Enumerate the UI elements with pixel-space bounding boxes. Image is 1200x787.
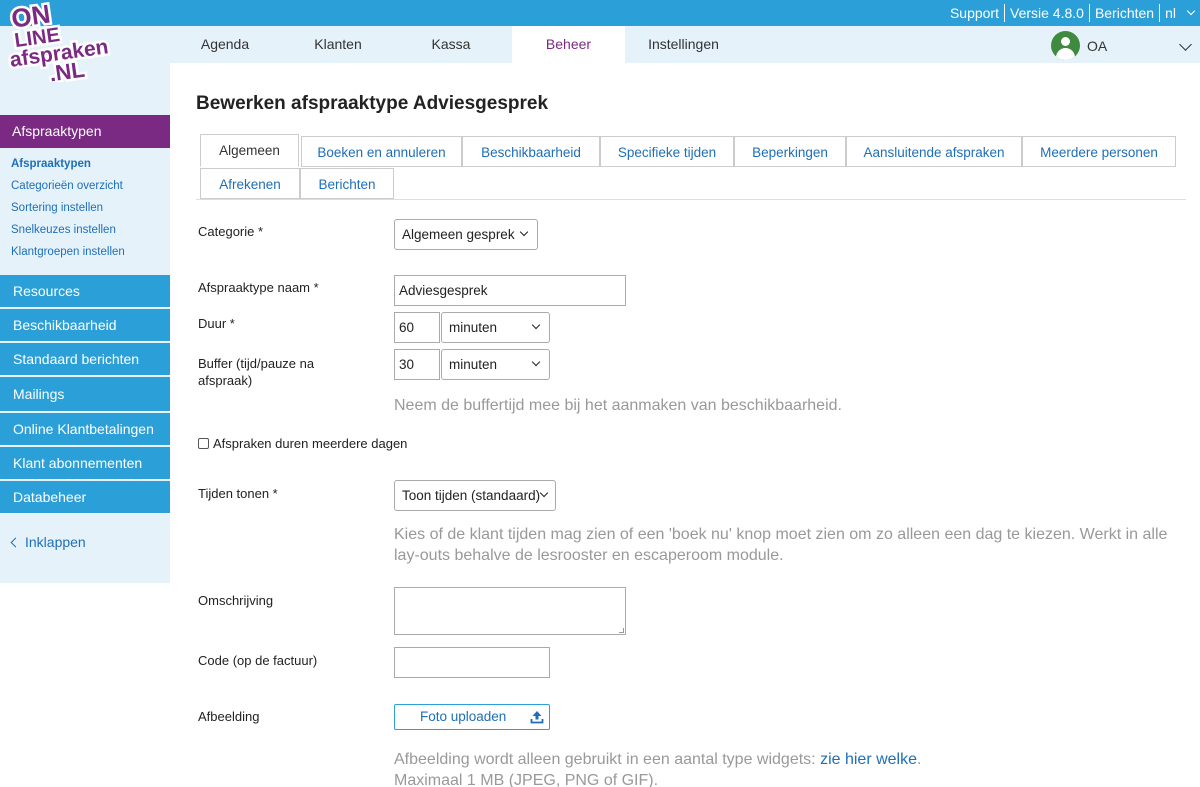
chevron-down-icon — [531, 320, 541, 330]
chevron-down-icon — [1186, 6, 1196, 16]
upload-photo-button[interactable]: Foto uploaden — [394, 704, 550, 730]
code-label: Code (op de factuur) — [198, 653, 318, 668]
nav-tab-kassa[interactable]: Kassa — [396, 26, 506, 63]
chevron-down-icon[interactable] — [1179, 38, 1192, 51]
sidebar: Afspraaktypen Afspraaktypen Categorieën … — [0, 63, 170, 583]
top-links: Support Versie 4.8.0 Berichten nl — [950, 0, 1196, 26]
language-select[interactable]: nl — [1165, 5, 1196, 21]
nav-tab-agenda[interactable]: Agenda — [170, 26, 280, 63]
tab-beperkingen[interactable]: Beperkingen — [734, 136, 846, 167]
nav-tab-instellingen[interactable]: Instellingen — [625, 26, 742, 63]
online-afspraken-logo[interactable]: ON LINE afspraken .NL — [2, 0, 114, 82]
tab-beschikbaarheid[interactable]: Beschikbaarheid — [462, 136, 600, 167]
duration-label: Duur * — [198, 316, 235, 331]
chevron-left-icon — [10, 537, 21, 547]
buffer-label: Buffer (tijd/pauze na afspraak) — [198, 356, 315, 388]
tab-algemeen[interactable]: Algemeen — [200, 134, 299, 167]
code-input[interactable] — [394, 647, 550, 678]
buffer-hint: Neem de buffertijd mee bij het aanmaken … — [394, 397, 842, 414]
name-label: Afspraaktype naam * — [198, 280, 319, 295]
sidebar-subitem-afspraaktypen[interactable]: Afspraaktypen — [11, 158, 91, 170]
sidebar-subitem-snelkeuzes[interactable]: Snelkeuzes instellen — [11, 224, 116, 236]
sidebar-subitem-sortering[interactable]: Sortering instellen — [11, 202, 103, 214]
image-label: Afbeelding — [198, 709, 260, 724]
category-label: Categorie * — [198, 224, 264, 239]
duration-unit-select[interactable]: minuten — [441, 312, 550, 343]
sidebar-item-klant-abonnementen[interactable]: Klant abonnementen — [0, 447, 170, 480]
collapse-label: Inklappen — [25, 534, 86, 550]
multiday-option[interactable]: Afspraken duren meerdere dagen — [198, 436, 407, 451]
duration-unit-value: minuten — [449, 320, 498, 335]
tab-boeken-en-annuleren[interactable]: Boeken en annuleren — [301, 136, 462, 167]
page-title: Bewerken afspraaktype Adviesgesprek — [196, 93, 549, 114]
divider — [1088, 4, 1090, 22]
tab-aansluitende-afspraken[interactable]: Aansluitende afspraken — [846, 136, 1022, 167]
category-select[interactable]: Algemeen gesprek — [394, 219, 538, 250]
collapse-sidebar-button[interactable]: Inklappen — [10, 534, 86, 550]
image-hint-link[interactable]: zie hier welke — [820, 751, 917, 768]
nav-tabs: Agenda Klanten Kassa Beheer Instellingen — [170, 26, 742, 63]
version-label: Versie 4.8.0 — [1010, 5, 1084, 21]
show-times-hint: Kies of de klant tijden mag zien of een … — [394, 526, 1168, 564]
tab-meerdere-personen[interactable]: Meerdere personen — [1022, 136, 1176, 167]
description-label: Omschrijving — [198, 593, 274, 608]
sidebar-subitem-categorieen[interactable]: Categorieën overzicht — [11, 180, 123, 192]
show-times-label: Tijden tonen * — [198, 486, 278, 501]
divider — [1159, 4, 1161, 22]
sidebar-item-resources[interactable]: Resources — [0, 275, 170, 308]
name-input[interactable]: Adviesgesprek — [394, 275, 626, 306]
upload-icon — [530, 711, 544, 724]
divider — [1004, 4, 1005, 22]
language-label: nl — [1165, 5, 1176, 21]
svg-text:.NL: .NL — [48, 57, 87, 82]
resize-handle-icon[interactable] — [619, 628, 624, 633]
chevron-down-icon — [531, 357, 541, 367]
support-link[interactable]: Support — [950, 5, 999, 21]
multiday-label: Afspraken duren meerdere dagen — [213, 436, 408, 451]
avatar — [1051, 31, 1080, 60]
buffer-unit-value: minuten — [449, 357, 498, 372]
top-bar: Support Versie 4.8.0 Berichten nl — [0, 0, 1200, 26]
sidebar-subitem-klantgroepen[interactable]: Klantgroepen instellen — [11, 246, 125, 258]
main-nav: Agenda Klanten Kassa Beheer Instellingen… — [0, 26, 1200, 63]
buffer-input[interactable]: 30 — [394, 349, 440, 380]
user-menu[interactable]: OA — [1051, 31, 1107, 60]
sidebar-item-online-klantbetalingen[interactable]: Online Klantbetalingen — [0, 413, 170, 446]
chevron-down-icon — [539, 488, 549, 498]
show-times-select[interactable]: Toon tijden (standaard) — [394, 480, 556, 511]
category-value: Algemeen gesprek — [402, 227, 515, 242]
buffer-unit-select[interactable]: minuten — [441, 349, 550, 380]
messages-link[interactable]: Berichten — [1095, 5, 1154, 21]
sidebar-item-standaard-berichten[interactable]: Standaard berichten — [0, 343, 170, 376]
multiday-checkbox[interactable] — [198, 438, 209, 449]
tabs-divider — [196, 199, 1186, 200]
image-hint: Afbeelding wordt alleen gebruikt in een … — [394, 751, 922, 787]
chevron-down-icon — [519, 227, 529, 237]
tab-afrekenen[interactable]: Afrekenen — [200, 168, 300, 199]
sidebar-item-mailings[interactable]: Mailings — [0, 377, 170, 412]
nav-tab-klanten[interactable]: Klanten — [280, 26, 396, 63]
upload-label: Foto uploaden — [420, 709, 507, 724]
description-textarea[interactable] — [394, 587, 626, 635]
nav-tab-beheer[interactable]: Beheer — [512, 26, 625, 63]
show-times-value: Toon tijden (standaard) — [402, 488, 541, 503]
sidebar-section-afspraaktypen[interactable]: Afspraaktypen — [0, 115, 170, 148]
tab-berichten[interactable]: Berichten — [300, 168, 394, 199]
tab-specifieke-tijden[interactable]: Specifieke tijden — [600, 136, 734, 167]
sidebar-item-beschikbaarheid[interactable]: Beschikbaarheid — [0, 309, 170, 342]
user-initials: OA — [1087, 37, 1108, 54]
sidebar-item-databeheer[interactable]: Databeheer — [0, 481, 170, 514]
duration-input[interactable]: 60 — [394, 312, 440, 343]
